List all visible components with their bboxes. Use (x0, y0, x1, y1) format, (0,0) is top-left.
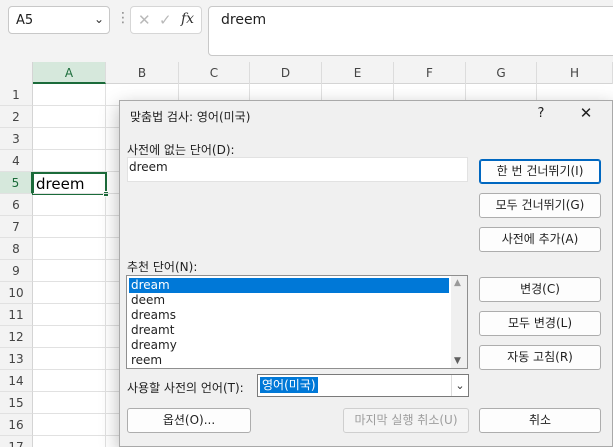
row-header[interactable]: 15 (0, 392, 33, 414)
row-header[interactable]: 14 (0, 370, 33, 392)
not-in-dictionary-value: dreem (129, 160, 168, 174)
undo-last-button[interactable]: 마지막 실행 취소(U) (343, 408, 469, 433)
chevron-down-icon[interactable]: ⌄ (94, 12, 104, 26)
formula-buttons: ✕ ✓ fx (130, 6, 202, 34)
cancel-entry-icon[interactable]: ✕ (138, 11, 151, 29)
insert-function-icon[interactable]: fx (181, 11, 194, 27)
column-header[interactable]: D (250, 62, 322, 84)
close-icon[interactable]: ✕ (576, 104, 596, 122)
suggestion-item[interactable]: dream (129, 278, 449, 293)
dictionary-language-select[interactable]: 영어(미국) ⌄ (257, 374, 469, 397)
active-cell[interactable]: dreem (32, 172, 109, 197)
more-options-icon[interactable]: ⋮ (116, 10, 130, 26)
chevron-down-icon[interactable]: ⌄ (451, 375, 468, 396)
scroll-up-icon[interactable]: ▲ (454, 278, 461, 288)
dictionary-language-label: 사용할 사전의 언어(T): (127, 381, 244, 395)
spelling-dialog: 맞춤법 검사: 영어(미국) ? ✕ 사전에 없는 단어(D): dreem 한… (119, 100, 613, 447)
help-icon[interactable]: ? (533, 106, 549, 121)
suggestion-item[interactable]: dreams (129, 308, 449, 323)
row-header[interactable]: 2 (0, 106, 33, 128)
column-header[interactable]: E (322, 62, 394, 84)
row-header[interactable]: 16 (0, 414, 33, 436)
row-header[interactable]: 4 (0, 150, 33, 172)
row-header[interactable]: 8 (0, 238, 33, 260)
column-headers: A B C D E F G H (0, 62, 613, 84)
add-to-dictionary-button[interactable]: 사전에 추가(A) (479, 227, 601, 252)
suggestion-item[interactable]: reem (129, 353, 449, 368)
name-box-value: A5 (16, 13, 34, 28)
cancel-button[interactable]: 취소 (479, 408, 601, 433)
dictionary-language-value: 영어(미국) (260, 377, 318, 393)
row-header[interactable]: 7 (0, 216, 33, 238)
scroll-down-icon[interactable]: ▼ (454, 356, 461, 366)
not-in-dictionary-field[interactable]: dreem (127, 157, 468, 182)
change-button[interactable]: 변경(C) (479, 277, 601, 302)
active-cell-value: dreem (36, 175, 85, 193)
suggestions-label: 추천 단어(N): (127, 260, 198, 274)
suggestion-item[interactable]: dreamy (129, 338, 449, 353)
options-button[interactable]: 옵션(O)... (127, 408, 251, 433)
row-header[interactable]: 3 (0, 128, 33, 150)
row-header[interactable]: 1 (0, 84, 33, 106)
change-all-button[interactable]: 모두 변경(L) (479, 311, 601, 336)
name-box[interactable]: A5 ⌄ (8, 6, 110, 34)
column-header[interactable]: H (537, 62, 613, 84)
formula-input[interactable]: dreem (208, 6, 613, 56)
fill-handle[interactable] (103, 191, 109, 197)
row-header[interactable]: 6 (0, 194, 33, 216)
suggestion-item[interactable]: deem (129, 293, 449, 308)
column-header[interactable]: B (106, 62, 179, 84)
row-header[interactable]: 5 (0, 172, 33, 194)
column-gridline (105, 84, 106, 447)
column-header[interactable]: A (33, 62, 106, 84)
suggestions-scrollbar[interactable]: ▲ ▼ (451, 276, 467, 368)
row-header[interactable]: 10 (0, 282, 33, 304)
suggestions-list[interactable]: dream deem dreams dreamt dreamy reem ▲ ▼ (126, 275, 468, 369)
column-header[interactable]: C (179, 62, 250, 84)
row-header[interactable]: 12 (0, 326, 33, 348)
column-header[interactable]: F (394, 62, 466, 84)
ignore-all-button[interactable]: 모두 건너뛰기(G) (479, 193, 601, 218)
not-in-dictionary-label: 사전에 없는 단어(D): (127, 143, 235, 157)
column-header[interactable]: G (466, 62, 537, 84)
row-header[interactable]: 17 (0, 436, 33, 447)
formula-bar: A5 ⌄ ⋮ ✕ ✓ fx dreem (0, 0, 613, 62)
select-all-corner[interactable] (0, 62, 33, 84)
row-header[interactable]: 9 (0, 260, 33, 282)
ignore-once-button[interactable]: 한 번 건너뛰기(I) (479, 159, 601, 184)
formula-input-value: dreem (221, 12, 267, 28)
autocorrect-button[interactable]: 자동 고침(R) (479, 345, 601, 370)
row-header[interactable]: 11 (0, 304, 33, 326)
row-header[interactable]: 13 (0, 348, 33, 370)
suggestion-item[interactable]: dreamt (129, 323, 449, 338)
confirm-entry-icon[interactable]: ✓ (159, 11, 172, 29)
dialog-title: 맞춤법 검사: 영어(미국) (130, 110, 251, 124)
